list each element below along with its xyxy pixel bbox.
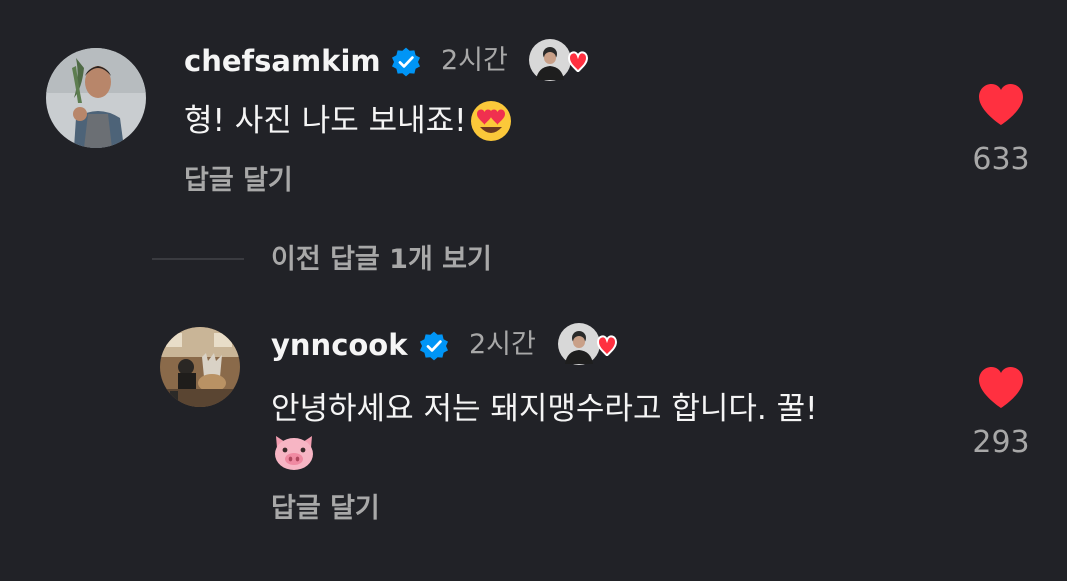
like-count: 633 bbox=[972, 142, 1030, 177]
view-previous-replies-button[interactable]: 이전 답글 1개 보기 bbox=[271, 243, 492, 277]
replies-divider bbox=[152, 258, 244, 260]
timestamp: 2시간 bbox=[469, 329, 536, 360]
creator-liked-badge bbox=[557, 320, 621, 370]
avatar-ynncook[interactable] bbox=[160, 327, 240, 407]
like-heart-icon[interactable] bbox=[977, 366, 1025, 410]
reply-button[interactable]: 답글 달기 bbox=[271, 492, 380, 526]
like-count: 293 bbox=[972, 425, 1030, 460]
like-heart-icon[interactable] bbox=[977, 83, 1025, 127]
verified-badge-icon bbox=[392, 47, 420, 77]
heart-eyes-emoji-icon bbox=[470, 100, 511, 141]
creator-liked-badge bbox=[528, 36, 592, 86]
comment-body: 형! 사진 나도 보내죠! bbox=[184, 103, 467, 139]
timestamp: 2시간 bbox=[441, 45, 508, 76]
username[interactable]: chefsamkim bbox=[184, 44, 381, 78]
comment-text: 안녕하세요 저는 돼지맹수라고 합니다. 꿀! bbox=[271, 391, 818, 427]
pig-face-emoji-icon bbox=[275, 436, 313, 470]
avatar-chefsamkim[interactable] bbox=[46, 48, 146, 148]
verified-badge-icon bbox=[420, 331, 448, 361]
comment-text: 형! 사진 나도 보내죠! bbox=[184, 98, 513, 144]
username[interactable]: ynncook bbox=[271, 328, 408, 362]
comment-thread: chefsamkim 2시간 형! 사진 나도 보내죠! 답글 달기 633 이… bbox=[0, 0, 1067, 581]
reply-button[interactable]: 답글 달기 bbox=[184, 164, 293, 198]
